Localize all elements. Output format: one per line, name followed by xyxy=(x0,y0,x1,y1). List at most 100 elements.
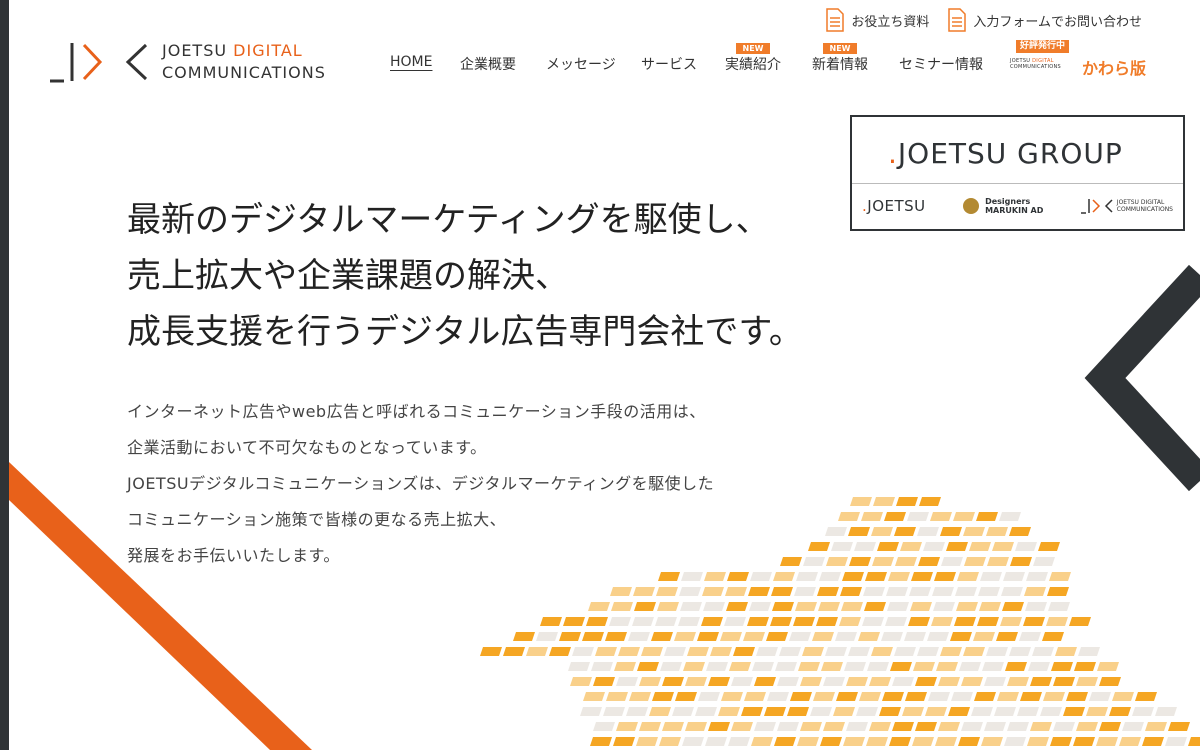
mosaic-tile xyxy=(726,602,748,611)
hero-headline-line: 成長支援を行うデジタル広告専門会社です。 xyxy=(127,312,803,352)
jdc-small-line1: JOETSU DIGITAL xyxy=(1116,199,1165,206)
mosaic-tile xyxy=(703,602,725,611)
site-logo[interactable]: JOETSU DIGITAL COMMUNICATIONS xyxy=(50,40,326,84)
mosaic-tile xyxy=(747,617,769,626)
mosaic-tile xyxy=(744,692,766,701)
mosaic-tile xyxy=(705,737,727,746)
logo-digital: DIGITAL xyxy=(233,41,303,60)
mosaic-tile xyxy=(864,602,886,611)
mosaic-tile xyxy=(889,737,911,746)
mosaic-tile xyxy=(869,677,891,686)
mosaic-tile xyxy=(536,632,558,641)
mosaic-tile xyxy=(979,602,1001,611)
mosaic-tile xyxy=(877,542,899,551)
mosaic-tile xyxy=(1049,572,1071,581)
contact-form-link[interactable]: 入力フォームでお問い合わせ xyxy=(947,8,1142,32)
mosaic-tile xyxy=(838,512,860,521)
mosaic-tile xyxy=(1051,662,1073,671)
mosaic-tile xyxy=(618,647,640,656)
mosaic-tile xyxy=(867,662,889,671)
nav-seminar[interactable]: セミナー情報 xyxy=(899,54,983,74)
marukin-logo[interactable]: Designers MARUKIN AD xyxy=(963,197,1043,215)
mosaic-tile xyxy=(984,722,1006,731)
mosaic-tile xyxy=(900,542,922,551)
mosaic-tile xyxy=(969,542,991,551)
mosaic-tile xyxy=(634,602,656,611)
mosaic-tile xyxy=(911,572,933,581)
joetsu-group-banner[interactable]: .JOETSU GROUP .JOETSU Designers MARUKIN A… xyxy=(850,115,1185,231)
mosaic-tile xyxy=(992,542,1014,551)
mosaic-tile xyxy=(800,722,822,731)
mosaic-tile xyxy=(1020,692,1042,701)
mosaic-tile xyxy=(779,647,801,656)
jdc-logo-icon xyxy=(50,43,148,83)
mosaic-tile xyxy=(672,707,694,716)
mosaic-tile xyxy=(861,512,883,521)
resources-link[interactable]: お役立ち資料 xyxy=(825,8,929,32)
mosaic-tile xyxy=(1168,722,1190,731)
mosaic-tile xyxy=(843,737,865,746)
mosaic-tile xyxy=(593,722,615,731)
mosaic-tile xyxy=(1019,632,1041,641)
mosaic-tile xyxy=(954,617,976,626)
mosaic-tile xyxy=(724,617,746,626)
hero-body-line: 発展をお手伝いいたします。 xyxy=(127,546,340,565)
mosaic-tile xyxy=(1046,617,1068,626)
mosaic-tile xyxy=(568,662,590,671)
mosaic-tile xyxy=(1089,692,1111,701)
mosaic-tile xyxy=(980,572,1002,581)
mosaic-tile xyxy=(932,587,954,596)
marukin-circle-icon xyxy=(963,198,980,214)
mosaic-tile xyxy=(976,512,998,521)
nav-message[interactable]: メッセージ xyxy=(546,54,616,74)
group-divider xyxy=(852,183,1183,184)
nav-works[interactable]: NEW 実績紹介 xyxy=(725,43,781,74)
mosaic-tile xyxy=(789,632,811,641)
mosaic-tile xyxy=(818,602,840,611)
joetsu-logo[interactable]: .JOETSU xyxy=(862,197,926,215)
mosaic-tile xyxy=(862,617,884,626)
mosaic-tile xyxy=(1076,677,1098,686)
mosaic-tile xyxy=(593,677,615,686)
mosaic-tile xyxy=(1015,542,1037,551)
mosaic-tile xyxy=(1099,722,1121,731)
jdc-small-logo[interactable]: JOETSU DIGITAL COMMUNICATIONS xyxy=(1080,198,1173,214)
mosaic-tile xyxy=(1043,692,1065,701)
mosaic-tile xyxy=(951,692,973,701)
mosaic-tile xyxy=(1002,602,1024,611)
mosaic-tile xyxy=(679,587,701,596)
mosaic-tile xyxy=(706,662,728,671)
hero-body-line: インターネット広告やweb広告と呼ばれるコミュニケーション手段の活用は、 xyxy=(127,402,706,421)
nav-company[interactable]: 企業概要 xyxy=(460,54,516,74)
mosaic-tile xyxy=(1026,572,1048,581)
logo-joetsu: JOETSU xyxy=(162,41,228,60)
mosaic-tile xyxy=(915,677,937,686)
mosaic-tile xyxy=(892,677,914,686)
dark-chevron xyxy=(1084,264,1200,492)
mosaic-tile xyxy=(710,647,732,656)
mosaic-tile xyxy=(641,647,663,656)
mosaic-tile xyxy=(1188,737,1200,746)
mosaic-tile xyxy=(1025,602,1047,611)
nav-news[interactable]: NEW 新着情報 xyxy=(812,43,868,74)
mosaic-tile xyxy=(912,737,934,746)
mosaic-tile xyxy=(956,602,978,611)
mosaic-tile xyxy=(904,632,926,641)
contact-form-link-label: 入力フォームでお問い合わせ xyxy=(973,14,1142,30)
mosaic-tile xyxy=(611,602,633,611)
mosaic-tile xyxy=(885,617,907,626)
mosaic-tile xyxy=(813,692,835,701)
nav-home[interactable]: HOME xyxy=(390,54,432,70)
mosaic-tile xyxy=(905,692,927,701)
mosaic-tile xyxy=(637,662,659,671)
mosaic-tile xyxy=(655,617,677,626)
mosaic-tile xyxy=(749,602,771,611)
nav-service[interactable]: サービス xyxy=(641,54,697,74)
mosaic-tile xyxy=(896,497,918,506)
mosaic-tile xyxy=(698,692,720,701)
mosaic-tile xyxy=(1063,707,1085,716)
mosaic-tile xyxy=(1000,617,1022,626)
kawara-ban-link[interactable]: 好評発行中 JOETSU DIGITAL COMMUNICATIONS かわら版 xyxy=(1010,40,1152,80)
mosaic-tile xyxy=(856,707,878,716)
mosaic-tile xyxy=(844,662,866,671)
